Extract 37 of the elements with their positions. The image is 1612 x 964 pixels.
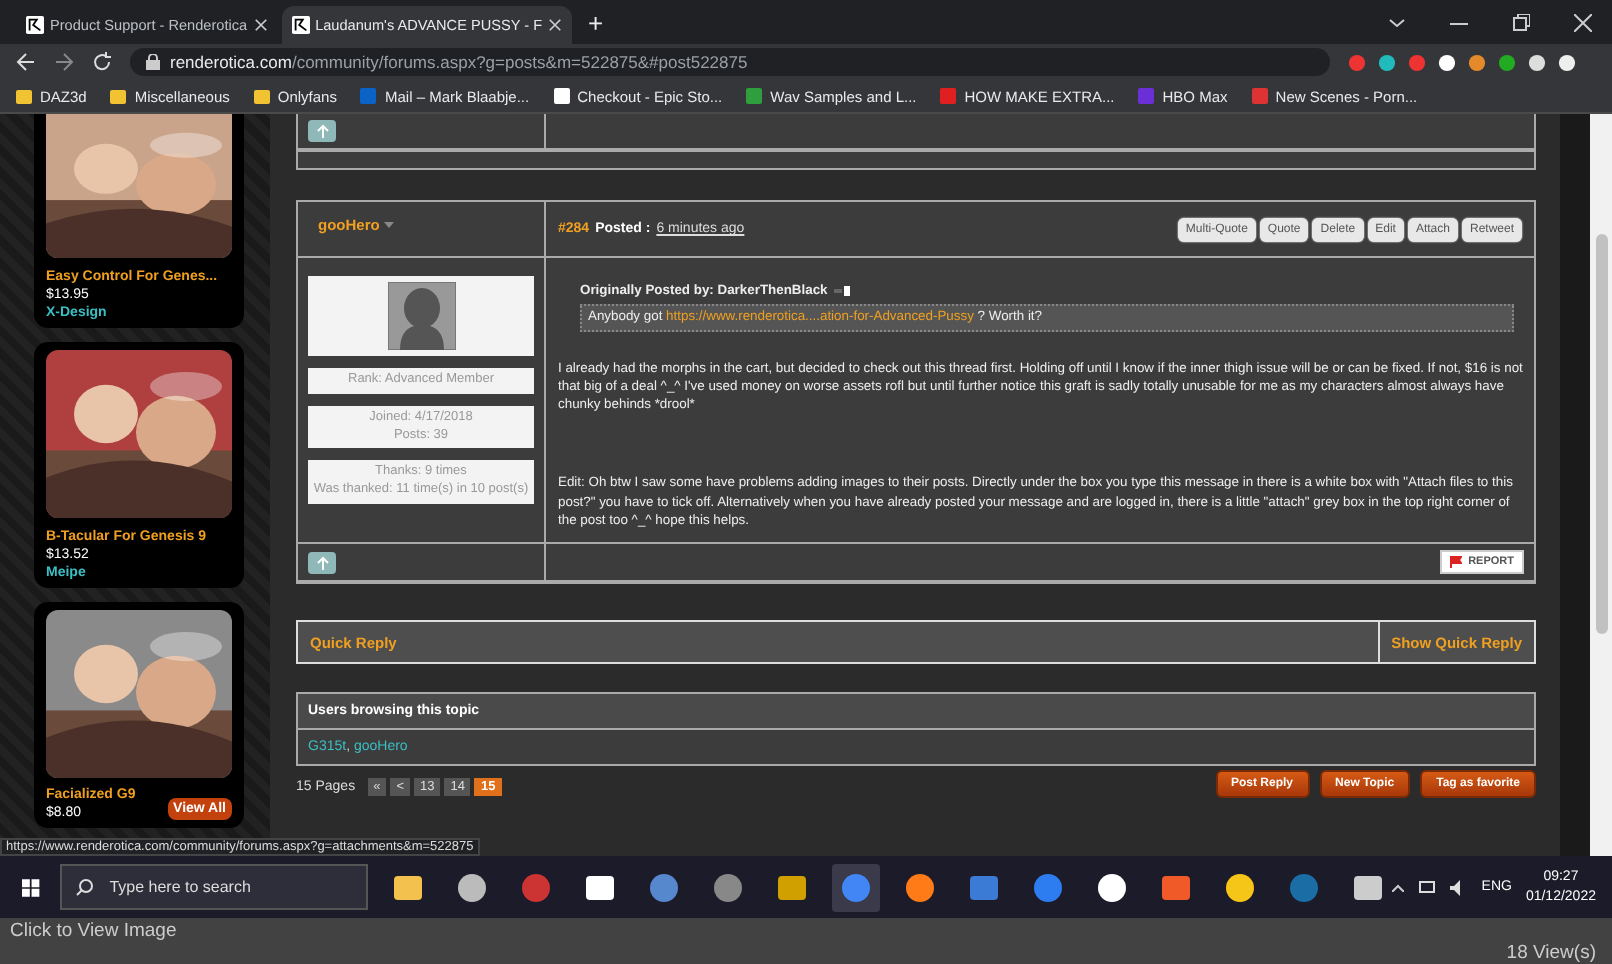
search-icon bbox=[75, 878, 94, 896]
arrow-up-icon bbox=[315, 124, 329, 138]
site-icon bbox=[1138, 88, 1155, 104]
folder-icon bbox=[253, 88, 270, 104]
flag-icon bbox=[1450, 556, 1463, 568]
back-icon[interactable] bbox=[16, 52, 36, 72]
site-icon bbox=[940, 88, 957, 104]
folder-icon bbox=[110, 88, 127, 104]
site-icon bbox=[26, 16, 44, 34]
lock-icon bbox=[146, 54, 160, 70]
address-bar[interactable]: renderotica.com/community/forums.aspx?g=posts&m=522875&#post522875 bbox=[130, 48, 1330, 76]
site-icon bbox=[360, 88, 377, 104]
folder-icon bbox=[16, 88, 32, 104]
scrollbar[interactable] bbox=[1590, 114, 1612, 856]
search-field[interactable]: Type here to search bbox=[59, 864, 368, 910]
puzzle-icon[interactable] bbox=[1498, 53, 1516, 71]
close-icon[interactable] bbox=[548, 18, 563, 32]
site-icon bbox=[291, 16, 310, 34]
site-icon bbox=[1251, 88, 1268, 104]
start-icon[interactable] bbox=[22, 877, 40, 897]
forward-icon[interactable] bbox=[54, 52, 74, 72]
restore-icon[interactable] bbox=[1512, 13, 1530, 31]
site-icon bbox=[553, 88, 570, 104]
url-text: renderotica.com/community/forums.aspx?g=posts&m=522875&#post522875 bbox=[170, 52, 748, 72]
new-tab-button[interactable]: + bbox=[588, 8, 604, 38]
site-icon bbox=[746, 88, 763, 104]
close-icon[interactable] bbox=[253, 18, 268, 32]
arrow-up-icon bbox=[315, 555, 329, 569]
back-to-top-button[interactable] bbox=[308, 551, 336, 573]
caret-icon[interactable] bbox=[1388, 13, 1406, 31]
reload-icon[interactable] bbox=[92, 52, 112, 72]
close-icon[interactable] bbox=[1574, 13, 1592, 31]
avatar-icon bbox=[387, 282, 455, 350]
view-image-link[interactable]: Click to View Image bbox=[10, 920, 1596, 942]
network-icon[interactable] bbox=[1417, 879, 1436, 895]
caret-icon[interactable] bbox=[1391, 883, 1404, 891]
view-count: 18 View(s) bbox=[1506, 942, 1596, 964]
